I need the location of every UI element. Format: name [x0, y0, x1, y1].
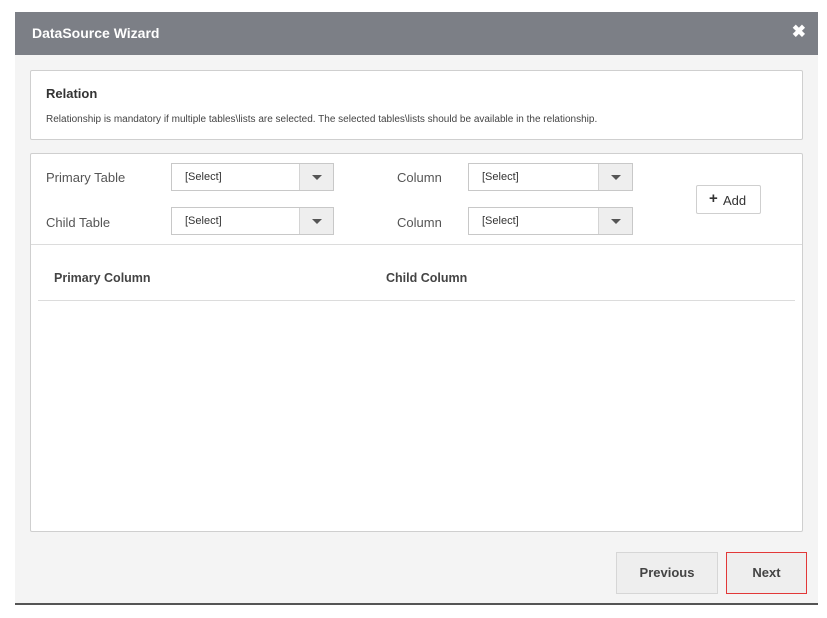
primary-table-label: Primary Table	[46, 170, 126, 185]
chevron-down-icon	[598, 164, 632, 190]
primary-table-select[interactable]: [Select]	[171, 163, 334, 191]
table-header-divider	[38, 300, 795, 301]
primary-table-value: [Select]	[185, 171, 222, 183]
chevron-down-icon	[299, 208, 333, 234]
dialog-title: DataSource Wizard	[32, 25, 160, 41]
primary-column-header: Primary Column	[54, 271, 151, 285]
relationship-editor-panel: Primary Table [Select] Column [Select] C…	[30, 153, 803, 532]
plus-icon: +	[709, 190, 718, 207]
child-column-label: Column	[397, 215, 442, 230]
primary-column-select[interactable]: [Select]	[468, 163, 633, 191]
previous-button[interactable]: Previous	[616, 552, 718, 594]
datasource-wizard-dialog: DataSource Wizard ✖ Relation Relationshi…	[15, 12, 818, 605]
chevron-down-icon	[299, 164, 333, 190]
close-icon[interactable]: ✖	[792, 23, 806, 40]
add-button-label: Add	[723, 193, 747, 208]
relation-description: Relationship is mandatory if multiple ta…	[46, 114, 598, 125]
primary-column-label: Column	[397, 170, 442, 185]
form-divider	[31, 244, 802, 245]
relation-heading: Relation	[46, 86, 98, 101]
child-column-value: [Select]	[482, 215, 519, 227]
child-table-label: Child Table	[46, 215, 111, 230]
child-table-value: [Select]	[185, 215, 222, 227]
child-column-header: Child Column	[386, 271, 468, 285]
primary-column-value: [Select]	[482, 171, 519, 183]
next-button[interactable]: Next	[726, 552, 807, 594]
dialog-titlebar: DataSource Wizard ✖	[15, 12, 818, 55]
child-column-select[interactable]: [Select]	[468, 207, 633, 235]
add-relation-button[interactable]: + Add	[696, 185, 761, 214]
relation-info-panel: Relation Relationship is mandatory if mu…	[30, 70, 803, 140]
child-table-select[interactable]: [Select]	[171, 207, 334, 235]
chevron-down-icon	[598, 208, 632, 234]
